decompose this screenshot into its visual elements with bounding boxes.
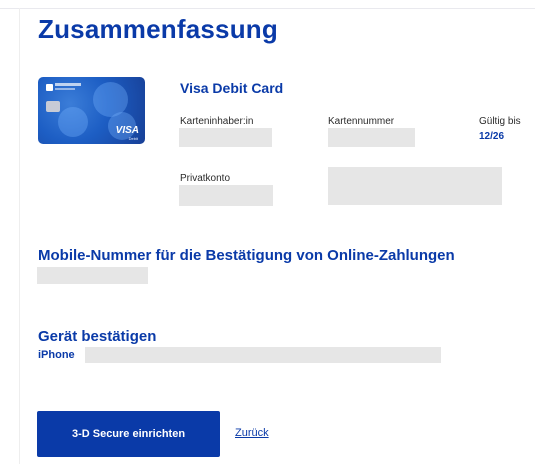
card-image: VISA Debit (38, 77, 145, 144)
card-brand: VISA (115, 125, 139, 136)
number-label: Kartennummer (328, 116, 395, 127)
setup-3ds-button[interactable]: 3-D Secure einrichten (37, 411, 220, 457)
account-label: Privatkonto (180, 173, 231, 184)
bank-logo-icon (46, 84, 53, 91)
page-title: Zusammenfassung (38, 14, 278, 44)
top-divider (0, 8, 535, 9)
bank-wordmark (55, 88, 75, 90)
left-divider (19, 8, 20, 464)
chip-icon (46, 101, 60, 112)
number-value-redacted (328, 128, 415, 147)
account-value-redacted (179, 185, 273, 206)
holder-value-redacted (179, 128, 272, 147)
mobile-number-redacted (37, 267, 148, 284)
card-brand-sub: Debit (128, 136, 138, 141)
device-title: Gerät bestätigen (38, 328, 157, 345)
bank-wordmark (55, 83, 81, 86)
device-detail-redacted (85, 347, 441, 363)
card-pattern (58, 107, 88, 137)
holder-label: Karteninhaber:in (180, 116, 254, 127)
account-number-redacted (328, 167, 502, 205)
mobile-title: Mobile-Nummer für die Bestätigung von On… (38, 247, 455, 264)
valid-value: 12/26 (479, 131, 505, 142)
device-name: iPhone (38, 349, 75, 361)
back-link[interactable]: Zurück (235, 427, 269, 439)
card-title: Visa Debit Card (180, 80, 284, 96)
valid-label: Gültig bis (479, 116, 521, 127)
